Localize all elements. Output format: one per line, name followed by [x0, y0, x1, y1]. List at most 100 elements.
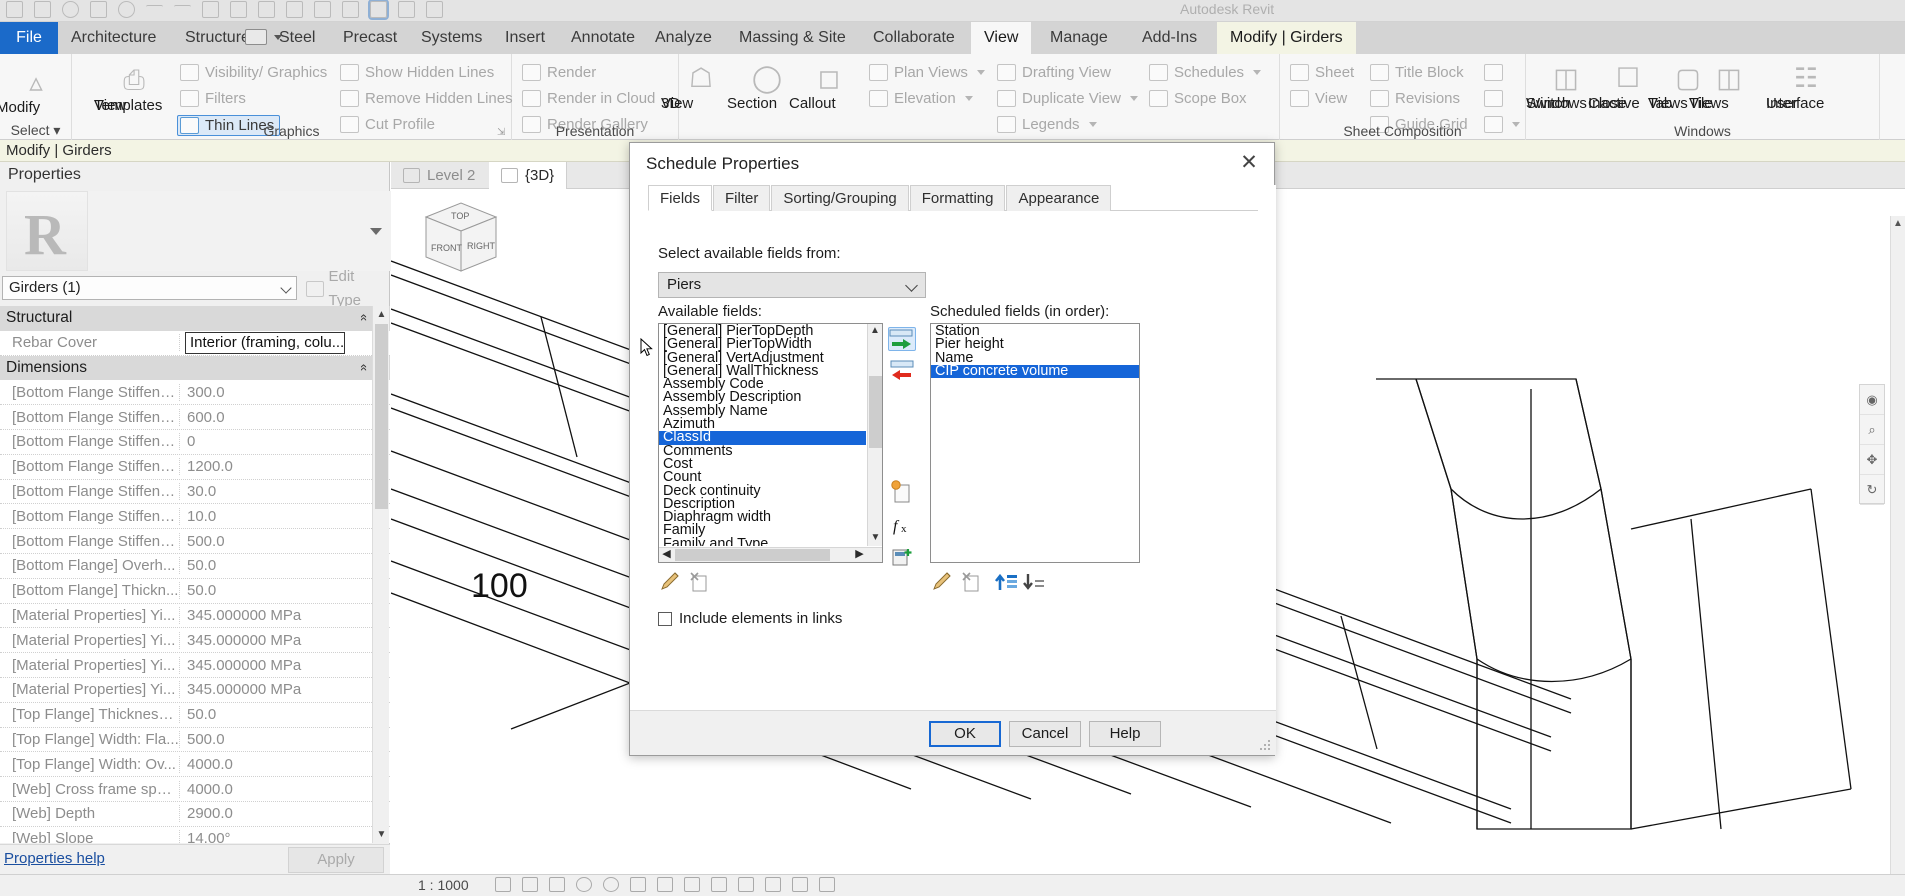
sheet-extra-2-button[interactable] [1484, 90, 1503, 107]
view-tab-level-2[interactable]: Level 2 [391, 162, 487, 189]
print-icon[interactable] [202, 1, 219, 18]
remove-field-button[interactable] [888, 359, 916, 383]
tile-views-button[interactable]: ◫ Tile Views [1689, 60, 1769, 111]
properties-row-value[interactable]: 0 [180, 433, 390, 450]
title-block-button[interactable]: Title Block [1370, 64, 1464, 81]
chevron-down-icon[interactable] [905, 279, 918, 292]
properties-row-value[interactable]: 345.000000 MPa [180, 607, 390, 624]
text-icon[interactable] [342, 1, 359, 18]
zoom-icon[interactable]: ⌕ [1860, 415, 1884, 445]
render-in-cloud-button[interactable]: Render in Cloud [522, 90, 655, 107]
new-icon[interactable] [6, 1, 23, 18]
remove-hidden-lines-button[interactable]: Remove Hidden Lines [340, 90, 513, 107]
cancel-button[interactable]: Cancel [1009, 721, 1081, 747]
sheet-button[interactable]: Sheet [1290, 64, 1354, 81]
properties-row[interactable]: [Web] Depth 2900.0 [0, 802, 390, 827]
tab-fields[interactable]: Fields [648, 185, 713, 211]
properties-group-header[interactable]: Structural « [0, 306, 390, 331]
tab-filter[interactable]: Filter [713, 185, 771, 211]
sync-icon[interactable] [118, 1, 135, 18]
collapse-icon[interactable]: « [357, 314, 372, 321]
revisions-button[interactable]: Revisions [1370, 90, 1460, 107]
available-fields-items[interactable]: [General] PierTopDepth [General] PierTopW… [659, 324, 866, 546]
properties-row[interactable]: [Bottom Flange Stiffene... 0 [0, 430, 390, 455]
properties-row-value[interactable]: 600.0 [180, 409, 390, 426]
properties-row[interactable]: [Bottom Flange Stiffene... 10.0 [0, 504, 390, 530]
chevron-down-icon[interactable] [964, 96, 973, 101]
ribbon-tab-collaborate[interactable]: Collaborate [860, 22, 968, 54]
graphics-dialog-launcher[interactable]: ⇲ [497, 127, 507, 138]
save-as-icon[interactable] [90, 1, 107, 18]
properties-row[interactable]: [Top Flange] Width: Ov... 4000.0 [0, 752, 390, 778]
chevron-down-icon[interactable] [274, 35, 282, 40]
properties-row-value[interactable]: 345.000000 MPa [180, 681, 390, 698]
add-field-button[interactable] [888, 327, 916, 351]
properties-row-value[interactable]: 4000.0 [180, 756, 390, 773]
properties-row-value[interactable]: 500.0 [180, 731, 390, 748]
properties-row-value[interactable]: 345.000000 MPa [180, 632, 390, 649]
tab-sorting-grouping[interactable]: Sorting/Grouping [771, 185, 909, 211]
properties-row-value-input[interactable]: Interior (framing, colu... [185, 331, 345, 354]
user-interface-button[interactable]: ☷ User Interface [1766, 60, 1846, 111]
scale-icon[interactable] [495, 877, 511, 892]
view-button[interactable]: View [1290, 90, 1347, 107]
edit-type-button[interactable]: Edit Type [305, 268, 390, 309]
properties-scrollbar[interactable]: ▲ ▼ [372, 306, 389, 843]
available-field-item[interactable]: Family and Type [659, 536, 866, 546]
ribbon-tab-precast[interactable]: Precast [330, 22, 410, 54]
view-templates-button[interactable]: ⎙ View Templates [94, 62, 174, 113]
properties-row[interactable]: [Web] Cross frame spac... 4000.0 [0, 777, 390, 802]
properties-row-value[interactable]: 14.00° [180, 830, 390, 843]
close-doc-icon[interactable] [398, 1, 415, 18]
properties-row-value[interactable]: 50.0 [180, 557, 390, 574]
properties-row[interactable]: [Material Properties] Yi... 345.000000 MP… [0, 628, 390, 654]
scroll-left-icon[interactable]: ◀ [659, 548, 674, 562]
navigation-bar[interactable]: ◉ ⌕ ✥ ↻ [1859, 384, 1885, 505]
move-down-button[interactable] [1022, 570, 1048, 594]
scroll-down-icon[interactable]: ▼ [868, 531, 882, 546]
properties-help-link[interactable]: Properties help [4, 850, 105, 867]
ribbon-tab-add-ins[interactable]: Add-Ins [1129, 22, 1210, 54]
properties-row-value[interactable]: 4000.0 [180, 781, 390, 798]
tab-formatting[interactable]: Formatting [909, 185, 1006, 211]
properties-row[interactable]: [Top Flange] Thickness: ... 50.0 [0, 703, 390, 728]
pan-icon[interactable]: ✥ [1860, 445, 1884, 475]
detail-level-icon[interactable] [522, 877, 538, 892]
type-selector-dropdown-icon[interactable] [370, 228, 382, 235]
help-button[interactable]: Help [1089, 721, 1161, 747]
edit-field-button[interactable] [658, 570, 684, 594]
checkbox-box[interactable] [658, 611, 672, 626]
orbit-icon[interactable]: ↻ [1860, 475, 1884, 505]
ok-button[interactable]: OK [929, 721, 1001, 747]
undo-icon[interactable] [146, 5, 163, 14]
schedules-button[interactable]: Schedules [1149, 64, 1262, 81]
ribbon-tab-massing-site[interactable]: Massing & Site [726, 22, 859, 54]
analytical-model-icon[interactable] [792, 877, 808, 892]
resize-grip[interactable] [1260, 740, 1272, 752]
properties-row-value[interactable]: 50.0 [180, 706, 390, 723]
tag-icon[interactable] [258, 1, 275, 18]
delete-field-button[interactable] [688, 570, 714, 594]
legends-button[interactable]: Legends [997, 116, 1097, 133]
callout-button[interactable]: ◻ Callout [789, 60, 869, 111]
window-icon[interactable] [426, 1, 443, 18]
properties-row[interactable]: [Web] Slope 14.00° [0, 827, 390, 843]
hscroll-thumb[interactable] [675, 549, 830, 561]
properties-row-value[interactable]: 300.0 [180, 384, 390, 401]
filters-button[interactable]: Filters [180, 90, 246, 107]
chevron-down-icon[interactable] [1253, 70, 1262, 75]
properties-icon[interactable] [368, 0, 389, 20]
scroll-thumb[interactable] [375, 324, 388, 509]
duplicate-view-button[interactable]: Duplicate View [997, 90, 1138, 107]
ribbon-options-group[interactable] [227, 22, 312, 54]
properties-row[interactable]: [Bottom Flange Stiffene... 500.0 [0, 529, 390, 554]
ribbon-tab-manage[interactable]: Manage [1037, 22, 1121, 54]
properties-row-value[interactable]: 1200.0 [180, 458, 390, 475]
sun-path-icon[interactable] [576, 877, 592, 892]
edit-scheduled-field-button[interactable] [930, 570, 956, 594]
lock-3d-view-icon[interactable] [711, 877, 727, 892]
available-fields-vscrollbar[interactable]: ▲ ▼ [867, 324, 882, 546]
delete-scheduled-field-button[interactable] [960, 570, 986, 594]
elevation-button[interactable]: Elevation [869, 90, 973, 107]
save-icon[interactable] [62, 1, 79, 18]
